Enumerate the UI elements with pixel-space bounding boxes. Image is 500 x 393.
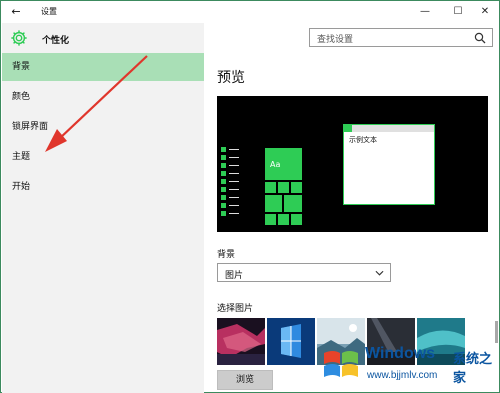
preview-list-item [221, 187, 242, 192]
preview-start-list [221, 147, 242, 217]
preview-tile [283, 194, 303, 213]
preview-list-item [221, 195, 242, 200]
preview-sample-titlebar [344, 125, 434, 132]
sidebar-item-lock-screen[interactable]: 锁屏界面 [2, 113, 204, 141]
browse-button[interactable]: 浏览 [217, 370, 273, 390]
maximize-button[interactable]: ☐ [444, 3, 472, 21]
watermark-brand: Windows [365, 345, 436, 362]
sidebar-item-background[interactable]: 背景 [2, 53, 204, 81]
watermark-url: www.bjjmlv.com [367, 370, 438, 381]
background-label: 背景 [217, 250, 236, 260]
preview-tile [290, 181, 303, 194]
sidebar-title: 个性化 [42, 36, 70, 46]
sidebar-header: 个性化 [2, 23, 204, 53]
preview-tile [277, 181, 290, 194]
preview-tile [277, 213, 290, 226]
preview-tile [264, 181, 277, 194]
watermark: Windows 系统之家 www.bjjmlv.com [313, 337, 500, 393]
background-dropdown[interactable]: 图片 [217, 263, 391, 282]
gear-icon [11, 30, 27, 46]
preview-list-item [221, 171, 242, 176]
search-input[interactable]: 查找设置 [309, 28, 493, 47]
windows-logo-icon [324, 351, 358, 377]
preview-tile [290, 213, 303, 226]
watermark-subtitle: 系统之家 [453, 352, 493, 386]
window-title: 设置 [41, 7, 57, 16]
preview-tile-large: Aa [264, 147, 303, 181]
sidebar-item-colors[interactable]: 颜色 [2, 83, 204, 111]
preview-tile [264, 213, 277, 226]
search-placeholder: 查找设置 [317, 35, 354, 45]
preview-list-item [221, 211, 242, 216]
title-bar: ← 设置 — ☐ ✕ [1, 1, 499, 23]
wallpaper-thumbnail[interactable] [267, 318, 315, 365]
settings-window: ← 设置 — ☐ ✕ 个性化 背景 颜色 锁屏界面 主题 开始 查找设置 预览 … [0, 0, 500, 393]
preview-list-item [221, 155, 242, 160]
sidebar-item-start[interactable]: 开始 [2, 173, 204, 201]
chevron-down-icon [375, 270, 384, 276]
preview-tile [264, 194, 283, 213]
wallpaper-thumbnail[interactable] [217, 318, 265, 365]
preview-start-tiles: Aa [264, 147, 303, 232]
background-dropdown-value: 图片 [225, 271, 244, 281]
desktop-preview: Aa 示例文本 [217, 96, 488, 232]
preview-sample-window: 示例文本 [343, 124, 435, 205]
close-button[interactable]: ✕ [471, 3, 499, 21]
sidebar-item-themes[interactable]: 主题 [2, 143, 204, 171]
preview-sample-text: 示例文本 [349, 136, 377, 144]
preview-list-item [221, 147, 242, 152]
preview-list-item [221, 203, 242, 208]
page-title: 预览 [217, 70, 245, 86]
preview-list-item [221, 179, 242, 184]
search-icon [474, 32, 486, 44]
minimize-button[interactable]: — [411, 3, 439, 21]
preview-list-item [221, 163, 242, 168]
back-button[interactable]: ← [7, 4, 25, 20]
sidebar: 个性化 背景 颜色 锁屏界面 主题 开始 [2, 23, 204, 393]
choose-picture-label: 选择图片 [217, 304, 254, 314]
preview-tile-label: Aa [270, 160, 281, 169]
